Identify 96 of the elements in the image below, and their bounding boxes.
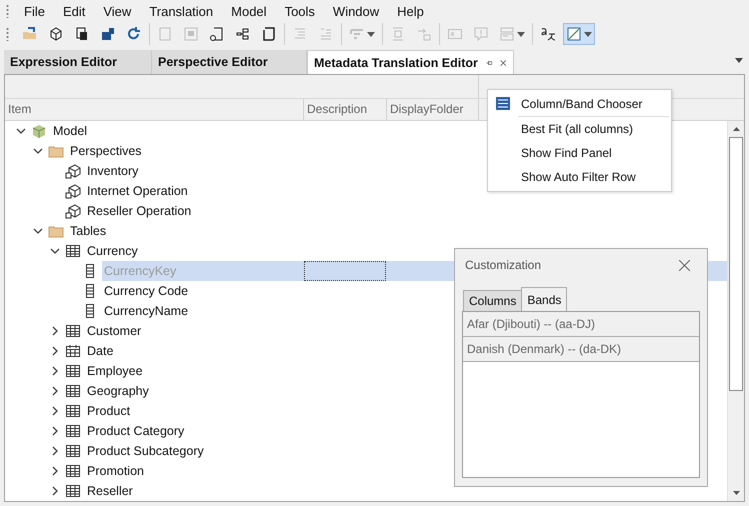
tree-item[interactable]: Currency Code: [102, 281, 304, 301]
cube-icon: [65, 203, 81, 219]
chevron-icon[interactable]: [50, 426, 60, 436]
column-header[interactable]: Item: [5, 98, 304, 120]
tree-item[interactable]: Tables: [68, 221, 304, 241]
caret-icon: [517, 32, 525, 36]
distribute-icon: [390, 26, 406, 42]
tree-item[interactable]: Internet Operation: [85, 181, 304, 201]
chevron-icon[interactable]: [50, 446, 60, 456]
menu-item[interactable]: Edit: [54, 4, 94, 18]
table-icon: [65, 363, 81, 379]
column-header[interactable]: DisplayFolder: [387, 98, 479, 120]
move-icon: [416, 26, 432, 42]
cube-icon: [65, 183, 81, 199]
menu-item[interactable]: Translation: [140, 4, 222, 18]
menu-item[interactable]: Model: [222, 4, 276, 18]
menu-item[interactable]: File: [15, 4, 54, 18]
tree-item[interactable]: Currency: [85, 241, 304, 261]
close-icon[interactable]: [679, 260, 690, 270]
menu-item[interactable]: Show Auto Filter Row: [488, 165, 671, 189]
menu-item[interactable]: Help: [388, 4, 433, 18]
tree-item[interactable]: Employee: [85, 361, 304, 381]
scrollbar[interactable]: [727, 121, 744, 501]
band-item[interactable]: Danish (Denmark) -- (da-DK): [463, 337, 699, 362]
caret-icon: [584, 32, 592, 36]
chevron-icon[interactable]: [50, 326, 60, 336]
tree-item[interactable]: Promotion: [85, 461, 304, 481]
focus-cell[interactable]: [304, 261, 386, 281]
dialog-tab[interactable]: Bands: [521, 287, 568, 312]
menu-item[interactable]: Tools: [276, 4, 324, 18]
column-header[interactable]: Description: [304, 98, 387, 120]
tree-item[interactable]: Product Category: [85, 421, 304, 441]
tree-item[interactable]: CurrencyName: [102, 301, 304, 321]
chevron-icon[interactable]: [33, 226, 43, 236]
textbox-icon: [447, 26, 463, 42]
translate-icon: [540, 26, 556, 42]
table-icon: [65, 403, 81, 419]
down-arrow-icon[interactable]: [732, 491, 740, 495]
table-icon: [65, 243, 81, 259]
band-item[interactable]: Afar (Djibouti) -- (aa-DJ): [463, 312, 699, 337]
menu-item[interactable]: View: [94, 4, 140, 18]
table-icon: [65, 483, 81, 499]
chevron-icon[interactable]: [50, 366, 60, 376]
table-icon: [65, 423, 81, 439]
chevron-icon[interactable]: [33, 146, 43, 156]
page-icon: [157, 26, 173, 42]
chevron-icon[interactable]: [16, 126, 26, 136]
folder-icon: [22, 26, 38, 42]
align-icon: [349, 26, 365, 42]
tree-item[interactable]: Geography: [85, 381, 304, 401]
tree-item[interactable]: Perspectives: [68, 141, 304, 161]
tree-item[interactable]: Inventory: [85, 161, 304, 181]
chevron-icon[interactable]: [50, 486, 60, 496]
refresh-icon: [126, 26, 142, 42]
table-icon: [65, 383, 81, 399]
tree-item[interactable]: Reseller Operation: [85, 201, 304, 221]
form-icon: [183, 26, 199, 42]
menu-item[interactable]: Column/Band Chooser: [488, 92, 671, 116]
dialog-title: Customization: [465, 258, 542, 272]
menu-item[interactable]: Window: [324, 4, 388, 18]
table-icon: [65, 323, 81, 339]
hierarchy-icon: [235, 26, 251, 42]
layout-icon: [499, 26, 515, 42]
caret-icon: [367, 32, 375, 36]
caret-icon[interactable]: [735, 58, 743, 63]
chevron-icon[interactable]: [50, 386, 60, 396]
cube-icon: [31, 123, 47, 139]
chevron-icon[interactable]: [50, 246, 60, 256]
tree-item[interactable]: Customer: [85, 321, 304, 341]
table-icon: [65, 443, 81, 459]
menu-item[interactable]: Best Fit (all columns): [488, 117, 671, 141]
chevron-icon[interactable]: [50, 406, 60, 416]
menu-item[interactable]: Show Find Panel: [488, 141, 671, 165]
close-icon[interactable]: [500, 58, 507, 68]
table-icon: [65, 463, 81, 479]
cube-icon: [65, 163, 81, 179]
tree-item[interactable]: Reseller: [85, 481, 304, 501]
editor-tab[interactable]: Expression Editor: [4, 50, 152, 74]
comment-icon: [473, 26, 489, 42]
tree-item[interactable]: Model: [51, 121, 304, 141]
tree-item[interactable]: Date: [85, 341, 304, 361]
document-icon: [74, 26, 90, 42]
up-arrow-icon[interactable]: [732, 127, 740, 131]
tree-item[interactable]: Product Subcategory: [85, 441, 304, 461]
cube-icon: [48, 26, 64, 42]
tree-item[interactable]: Product: [85, 401, 304, 421]
outdent-icon: [318, 26, 334, 42]
editor-tab[interactable]: Metadata Translation Editor: [307, 50, 514, 74]
list-icon: [496, 97, 510, 110]
dialog-tab[interactable]: Columns: [463, 290, 522, 311]
calendar-icon: [65, 343, 81, 359]
chevron-icon[interactable]: [50, 466, 60, 476]
editor-tab[interactable]: Perspective Editor: [152, 50, 307, 74]
chevron-icon[interactable]: [50, 346, 60, 356]
diagonal-line-icon: [566, 26, 582, 42]
toolbar-button[interactable]: [563, 23, 595, 45]
